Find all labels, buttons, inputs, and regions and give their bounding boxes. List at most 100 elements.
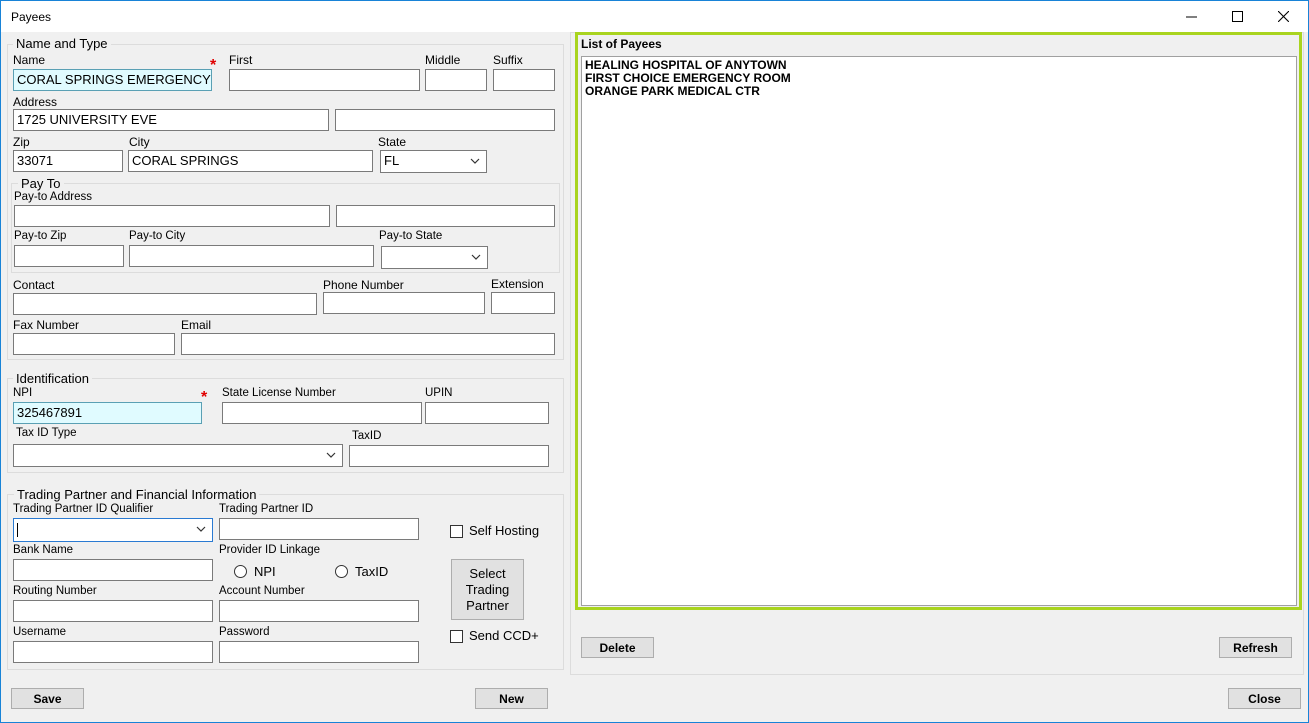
name-and-type-title: Name and Type [13, 36, 111, 51]
payees-window: Payees Name and Type Name CORAL SPRINGS … [0, 0, 1309, 723]
delete-button[interactable]: Delete [581, 637, 654, 658]
self-hosting-label: Self Hosting [469, 523, 540, 538]
close-button[interactable]: Close [1228, 688, 1301, 709]
npi-input[interactable]: 325467891 [13, 402, 202, 424]
address2-input[interactable] [335, 109, 555, 131]
list-item[interactable]: ORANGE PARK MEDICAL CTR [585, 85, 1293, 98]
maximize-button[interactable] [1214, 1, 1260, 32]
username-label: Username [13, 626, 67, 638]
contact-label: Contact [13, 278, 55, 292]
close-window-button[interactable] [1260, 1, 1306, 32]
city-input[interactable]: CORAL SPRINGS [128, 150, 373, 172]
suffix-label: Suffix [493, 53, 523, 67]
pay-to-zip-label: Pay-to Zip [14, 230, 67, 242]
minimize-button[interactable] [1168, 1, 1214, 32]
new-button[interactable]: New [475, 688, 548, 709]
username-input[interactable] [13, 641, 213, 663]
pay-to-address2-input[interactable] [336, 205, 555, 227]
npi-label: NPI [13, 387, 33, 399]
state-license-label: State License Number [222, 387, 336, 399]
select-tp-line-1: Select [469, 565, 506, 581]
pay-to-state-label: Pay-to State [379, 230, 443, 242]
chevron-down-icon [471, 254, 481, 260]
tax-id-type-label: Tax ID Type [16, 427, 77, 439]
routing-label: Routing Number [13, 585, 97, 597]
required-star: * [210, 57, 217, 74]
text-cursor [17, 522, 18, 537]
select-tp-line-2: Trading [465, 581, 510, 597]
password-input[interactable] [219, 641, 419, 663]
contact-input[interactable] [13, 293, 317, 315]
bank-name-label: Bank Name [13, 544, 74, 556]
middle-input[interactable] [425, 69, 487, 91]
zip-input[interactable]: 33071 [13, 150, 123, 172]
bank-name-input[interactable] [13, 559, 213, 581]
phone-label: Phone Number [323, 278, 404, 292]
send-ccd-checkbox[interactable] [450, 630, 463, 643]
state-select[interactable]: FL [380, 150, 487, 173]
tp-id-label: Trading Partner ID [219, 503, 314, 515]
first-label: First [229, 53, 253, 67]
trading-partner-title: Trading Partner and Financial Informatio… [14, 487, 260, 502]
self-hosting-checkbox[interactable] [450, 525, 463, 538]
title-bar: Payees [1, 1, 1308, 32]
tp-id-input[interactable] [219, 518, 419, 540]
middle-label: Middle [425, 53, 461, 67]
email-input[interactable] [181, 333, 555, 355]
state-label: State [378, 135, 407, 149]
payees-panel: List of Payees HEALING HOSPITAL OF ANYTO… [575, 32, 1302, 610]
identification-title: Identification [13, 371, 92, 386]
fax-input[interactable] [13, 333, 175, 355]
provider-linkage-label: Provider ID Linkage [219, 544, 320, 556]
send-ccd-label: Send CCD+ [469, 628, 539, 643]
first-input[interactable] [229, 69, 420, 91]
extension-label: Extension [491, 277, 544, 291]
phone-input[interactable] [323, 292, 485, 314]
routing-input[interactable] [13, 600, 213, 622]
address-input[interactable]: 1725 UNIVERSITY EVE [13, 109, 329, 131]
suffix-input[interactable] [493, 69, 555, 91]
pay-to-title: Pay To [18, 176, 64, 191]
taxid-radio-label: TaxID [355, 564, 389, 579]
save-button[interactable]: Save [11, 688, 84, 709]
name-input[interactable]: CORAL SPRINGS EMERGENCY [13, 69, 212, 91]
password-label: Password [219, 626, 270, 638]
pay-to-city-input[interactable] [129, 245, 374, 267]
npi-radio-label: NPI [254, 564, 276, 579]
email-label: Email [181, 318, 212, 332]
state-license-input[interactable] [222, 402, 422, 424]
minimize-icon [1185, 16, 1197, 18]
npi-radio[interactable] [234, 565, 247, 578]
maximize-icon [1231, 11, 1243, 22]
state-value: FL [384, 153, 400, 168]
tp-id-qualifier-select[interactable] [13, 518, 213, 542]
window-title: Payees [11, 10, 52, 24]
tp-id-qualifier-label: Trading Partner ID Qualifier [13, 503, 154, 515]
upin-input[interactable] [425, 402, 549, 424]
account-input[interactable] [219, 600, 419, 622]
zip-label: Zip [13, 135, 30, 149]
required-star: * [201, 389, 208, 406]
close-icon [1277, 11, 1289, 22]
payees-title: List of Payees [581, 37, 662, 51]
upin-label: UPIN [425, 387, 453, 399]
pay-to-zip-input[interactable] [14, 245, 124, 267]
city-label: City [129, 135, 150, 149]
tax-id-label: TaxID [352, 430, 382, 442]
pay-to-address-label: Pay-to Address [14, 191, 92, 203]
payees-list[interactable]: HEALING HOSPITAL OF ANYTOWN FIRST CHOICE… [581, 56, 1297, 606]
extension-input[interactable] [491, 292, 555, 314]
select-tp-line-3: Partner [466, 597, 509, 613]
chevron-down-icon [326, 452, 336, 458]
tax-id-input[interactable] [349, 445, 549, 467]
taxid-radio[interactable] [335, 565, 348, 578]
account-label: Account Number [219, 585, 305, 597]
tax-id-type-select[interactable] [13, 444, 343, 467]
fax-label: Fax Number [13, 318, 80, 332]
chevron-down-icon [470, 158, 480, 164]
name-label: Name [13, 53, 46, 67]
refresh-button[interactable]: Refresh [1219, 637, 1292, 658]
pay-to-address-input[interactable] [14, 205, 330, 227]
select-trading-partner-button[interactable]: Select Trading Partner [451, 559, 524, 620]
pay-to-state-select[interactable] [381, 246, 488, 269]
